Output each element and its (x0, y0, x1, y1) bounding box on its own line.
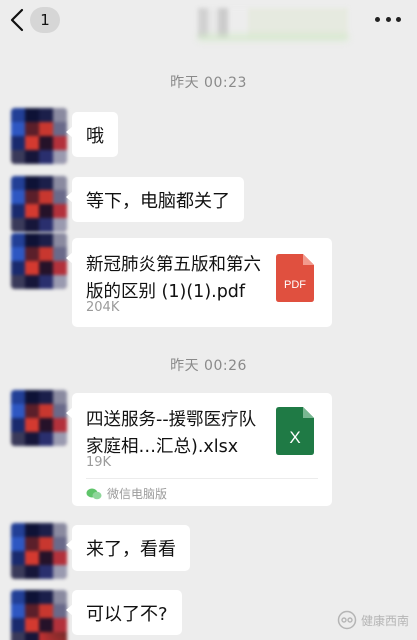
unread-count-badge: 1 (30, 7, 60, 33)
svg-text:X: X (289, 428, 300, 447)
file-size: 204K (86, 300, 120, 315)
message-bubble[interactable]: 来了，看看 (66, 525, 190, 571)
excel-file-icon: X (276, 407, 314, 455)
avatar[interactable] (11, 233, 67, 289)
avatar[interactable] (11, 590, 67, 640)
message-bubble[interactable]: 等下，电脑都关了 (66, 177, 244, 222)
chat-title-blurred (198, 8, 348, 38)
divider (86, 478, 318, 479)
file-size: 19K (86, 455, 112, 470)
message-text: 哦 (86, 125, 104, 147)
file-message-card[interactable]: 四送服务--援鄂医疗队家庭相…汇总).xlsx 19K X 微信电脑版 (66, 393, 332, 506)
chevron-left-icon (6, 5, 28, 35)
file-source: 微信电脑版 (86, 485, 167, 502)
message-text: 可以了不? (86, 603, 168, 625)
timestamp: 昨天 00:26 (170, 358, 247, 374)
message-bubble[interactable]: 哦 (66, 112, 118, 157)
pdf-file-icon: PDF (276, 254, 314, 302)
message-text: 等下，电脑都关了 (86, 190, 230, 212)
message-bubble[interactable]: 可以了不? (66, 590, 182, 635)
avatar[interactable] (11, 523, 67, 579)
avatar[interactable] (11, 108, 67, 164)
wechat-official-account-icon (337, 610, 357, 630)
more-options-button[interactable] (375, 8, 401, 30)
back-button[interactable]: 1 (6, 5, 66, 35)
more-dots-icon (375, 16, 380, 22)
file-name: 新冠肺炎第五版和第六版的区别 (1)(1).pdf (86, 255, 261, 302)
svg-text:PDF: PDF (284, 279, 306, 291)
chat-header: 1 (0, 0, 417, 42)
watermark: 健康西南 (337, 610, 409, 630)
watermark-text: 健康西南 (360, 613, 409, 628)
avatar[interactable] (11, 176, 67, 232)
file-source-label: 微信电脑版 (107, 487, 168, 501)
message-text: 来了，看看 (86, 539, 176, 560)
timestamp: 昨天 00:23 (170, 75, 247, 91)
wechat-icon (86, 488, 102, 500)
file-name: 四送服务--援鄂医疗队家庭相…汇总).xlsx (86, 410, 257, 457)
file-message-card[interactable]: 新冠肺炎第五版和第六版的区别 (1)(1).pdf 204K PDF (66, 238, 332, 327)
avatar[interactable] (11, 390, 67, 446)
